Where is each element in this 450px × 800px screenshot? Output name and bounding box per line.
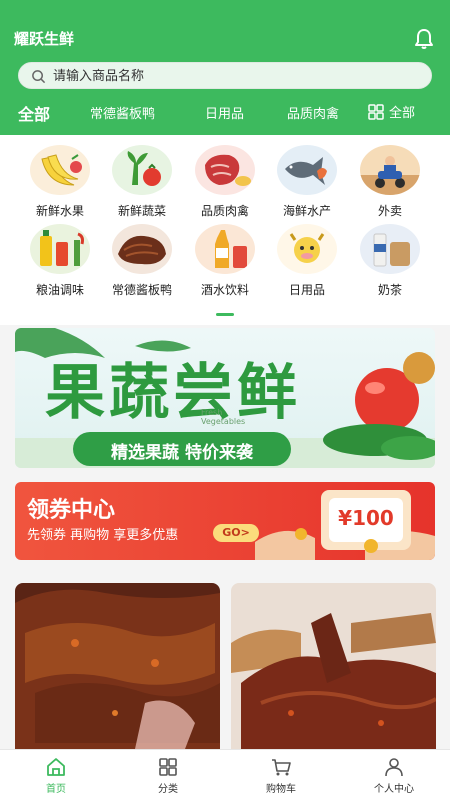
category-tabs: 全部 常德酱板鸭 日用品 品质肉禽 全部	[0, 100, 450, 126]
banner-tag: Fresh Vegetables	[201, 408, 246, 426]
bell-icon[interactable]	[412, 27, 436, 51]
all-categories-button[interactable]: 全部	[368, 102, 415, 121]
meat-icon	[195, 145, 255, 195]
vegetable-icon	[112, 145, 172, 195]
category-grid: 新鲜水果 新鲜蔬菜 品质肉禽 海鲜水产 外卖 粮油调味 常德酱板鸭 酒水饮料 日…	[0, 135, 450, 325]
tab-daily[interactable]: 日用品	[205, 103, 244, 122]
grid-label: 奶茶	[377, 283, 402, 297]
main-content: 新鲜水果 新鲜蔬菜 品质肉禽 海鲜水产 外卖 粮油调味 常德酱板鸭 酒水饮料 日…	[0, 135, 450, 749]
app-title: 耀跃生鲜	[14, 30, 75, 48]
grid-item-milk-tea[interactable]: 奶茶	[345, 224, 435, 304]
nav-label: 购物车	[266, 784, 296, 795]
banner-subline: 精选果蔬 特价来袭	[111, 443, 253, 463]
grid-label: 新鲜水果	[35, 204, 84, 218]
grid-label: 外卖	[377, 204, 402, 218]
grid-label: 粮油调味	[35, 283, 84, 297]
tab-duck[interactable]: 常德酱板鸭	[90, 103, 155, 122]
bottom-navigation: 首页 分类 购物车 个人中心	[0, 749, 450, 800]
grid-icon	[368, 103, 384, 120]
grid-label: 日用品	[288, 283, 325, 297]
grid-label: 海鲜水产	[282, 204, 331, 218]
cart-icon	[272, 759, 291, 776]
page-indicator	[216, 313, 234, 316]
coupon-center-banner[interactable]: 领券中心 先领券 再购物 享更多优惠 GO> ¥100	[15, 482, 435, 560]
duck-icon	[112, 224, 172, 274]
product-card[interactable]	[231, 583, 436, 749]
nav-label: 分类	[158, 784, 178, 795]
coupon-title: 领券中心	[27, 498, 116, 523]
delivery-icon	[360, 145, 420, 195]
nav-category[interactable]: 分类	[128, 756, 208, 795]
grid-item-vegetable[interactable]: 新鲜蔬菜	[97, 145, 187, 225]
grid-item-duck[interactable]: 常德酱板鸭	[97, 224, 187, 304]
grid-item-daily[interactable]: 日用品	[262, 224, 352, 304]
grid-item-meat[interactable]: 品质肉禽	[180, 145, 270, 225]
search-bar[interactable]	[18, 62, 432, 89]
tab-all[interactable]: 全部	[18, 101, 50, 125]
app-header: 耀跃生鲜 全部 常德酱板鸭 日用品 品质肉禽 全部	[0, 0, 450, 135]
grid-item-takeout[interactable]: 外卖	[345, 145, 435, 225]
product-card[interactable]	[15, 583, 220, 749]
search-icon	[32, 70, 46, 84]
grid-label: 常德酱板鸭	[111, 283, 172, 297]
search-input[interactable]	[53, 66, 413, 86]
product-image	[15, 583, 220, 749]
cow-mascot-icon	[277, 224, 337, 274]
grid-item-drinks[interactable]: 酒水饮料	[180, 224, 270, 304]
coupon-go-button[interactable]: GO>	[213, 524, 259, 542]
tab-meat[interactable]: 品质肉禽	[287, 103, 339, 122]
nav-label: 个人中心	[374, 784, 414, 795]
home-icon	[47, 758, 65, 776]
category-icon	[159, 758, 177, 776]
grid-label: 酒水饮料	[200, 283, 249, 297]
user-icon	[385, 758, 403, 777]
grid-label: 品质肉禽	[200, 204, 249, 218]
grid-item-grain-oil[interactable]: 粮油调味	[15, 224, 105, 304]
all-categories-label: 全部	[389, 106, 416, 121]
coupon-amount: ¥100	[338, 506, 394, 530]
nav-cart[interactable]: 购物车	[241, 756, 321, 795]
grid-label: 新鲜蔬菜	[117, 204, 166, 218]
drink-icon	[195, 224, 255, 274]
milk-tea-icon	[360, 224, 420, 274]
banana-icon	[30, 145, 90, 195]
nav-profile[interactable]: 个人中心	[354, 756, 434, 795]
fish-icon	[277, 145, 337, 195]
oil-icon	[30, 224, 90, 274]
nav-label: 首页	[46, 784, 66, 795]
nav-home[interactable]: 首页	[16, 756, 96, 795]
coupon-subtitle: 先领券 再购物 享更多优惠	[27, 528, 179, 543]
grid-item-fruit[interactable]: 新鲜水果	[15, 145, 105, 225]
product-image	[231, 583, 436, 749]
promo-banner[interactable]: 果蔬尝鲜 Fresh Vegetables 精选果蔬 特价来袭	[15, 328, 435, 468]
banner-headline: 果蔬尝鲜	[45, 358, 301, 428]
grid-item-seafood[interactable]: 海鲜水产	[262, 145, 352, 225]
